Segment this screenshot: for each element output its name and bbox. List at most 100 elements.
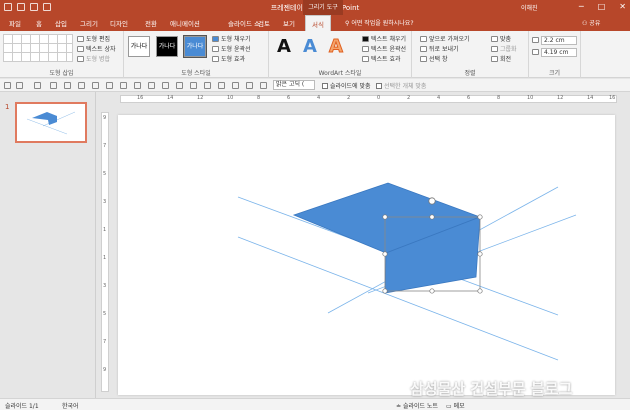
restore-button[interactable]: □ (598, 2, 606, 11)
tab-design[interactable]: 디자인 (110, 18, 128, 28)
ruler-label: 9 (103, 115, 107, 121)
tab-file[interactable]: 파일 (9, 18, 21, 28)
tab-draw[interactable]: 그리기 (80, 18, 98, 28)
tab-review[interactable]: 검토 (258, 18, 270, 28)
tab-home[interactable]: 홈 (36, 18, 42, 28)
edit-shape-button[interactable]: 도형 편집 (77, 34, 110, 43)
tab-slideshow[interactable]: 슬라이드 쇼 (228, 18, 260, 28)
wordart-style-orange[interactable]: A (329, 36, 344, 57)
resize-handle[interactable] (477, 288, 483, 294)
minimize-button[interactable]: ─ (579, 2, 584, 11)
resize-handle[interactable] (477, 251, 483, 257)
text-box-icon[interactable] (120, 82, 127, 89)
pen-tool-icon[interactable] (34, 82, 41, 89)
close-button[interactable]: ✕ (619, 2, 626, 11)
resize-handle[interactable] (429, 288, 435, 294)
text-fill-icon (362, 36, 369, 42)
align-button[interactable]: 맞춤 (491, 34, 511, 43)
shape-icon[interactable] (16, 82, 23, 89)
align-left-icon[interactable] (218, 82, 225, 89)
height-field[interactable]: 2.2 cm (532, 36, 577, 45)
vertical-ruler[interactable]: 9 7 5 3 1 1 3 5 7 9 (101, 112, 109, 392)
shape-outline-button[interactable]: 도형 윤곽선 (212, 44, 251, 53)
align-center-icon[interactable] (232, 82, 239, 89)
wordart-style-blue[interactable]: A (303, 37, 317, 57)
width-value[interactable]: 4.19 cm (541, 48, 577, 57)
line-icon[interactable] (148, 82, 155, 89)
resize-handle[interactable] (382, 251, 388, 257)
slide-thumbnail-pane: 1 (0, 92, 96, 398)
select-icon[interactable] (64, 82, 71, 89)
resize-handle[interactable] (477, 214, 483, 220)
slide-canvas[interactable] (118, 115, 615, 395)
align-selected-toggle[interactable]: 선택한 개체 맞춤 (376, 81, 426, 90)
ruler-label: 16 (609, 95, 616, 101)
group-icon (491, 46, 498, 52)
merge-shapes-button[interactable]: 도형 병합 (77, 54, 110, 63)
rotate-button[interactable]: 회전 (491, 54, 511, 63)
text-effects-button[interactable]: 텍스트 효과 (362, 54, 401, 63)
watermark: 삼성물산 건설부문 블로그 (410, 380, 573, 398)
slide-drawing (237, 182, 577, 361)
arrow-icon[interactable] (106, 82, 113, 89)
selection-pane-button[interactable]: 선택 창 (420, 54, 447, 63)
ruler-label: 3 (103, 199, 107, 205)
shape-style-blue[interactable]: 가나다 (183, 35, 207, 58)
shape-gallery[interactable] (3, 34, 73, 62)
tab-view[interactable]: 보기 (283, 18, 295, 28)
resize-handle[interactable] (382, 214, 388, 220)
wordart-style-black[interactable]: A (277, 37, 291, 57)
shape-effects-button[interactable]: 도형 효과 (212, 54, 245, 63)
text-outline-button[interactable]: 텍스트 윤곽선 (362, 44, 406, 53)
width-field[interactable]: 4.19 cm (532, 48, 577, 57)
shape-fill-icon[interactable] (78, 82, 85, 89)
horizontal-ruler[interactable]: 16 14 12 10 8 6 4 2 0 2 4 6 8 10 12 14 1… (120, 95, 617, 103)
fit-slide-toggle[interactable]: 슬라이드에 맞춤 (322, 81, 371, 90)
shape-style-white[interactable]: 가나다 (128, 36, 150, 57)
bring-forward-label: 앞으로 가져오기 (429, 36, 470, 43)
rotate-handle[interactable] (428, 197, 436, 205)
resize-handle[interactable] (429, 214, 435, 220)
user-name[interactable]: 이해진 (521, 3, 538, 12)
tab-animations[interactable]: 애니메이션 (170, 18, 200, 28)
tab-transitions[interactable]: 전환 (145, 18, 157, 28)
checkbox-icon (376, 83, 382, 89)
slide-count: 슬라이드 1/1 (5, 403, 39, 410)
share-button[interactable]: ⚇ 공유 (582, 18, 600, 27)
tab-format[interactable]: 서식 (305, 15, 331, 31)
bring-forward-button[interactable]: 앞으로 가져오기 (420, 34, 470, 43)
shape-style-black[interactable]: 가나다 (156, 36, 178, 57)
slide-thumbnail[interactable] (15, 102, 87, 143)
group-button[interactable]: 그룹화 (491, 44, 517, 53)
language-indicator[interactable]: 한국어 (62, 401, 79, 410)
lasso-icon[interactable] (50, 82, 57, 89)
distribute-icon[interactable] (260, 82, 267, 89)
font-selector[interactable]: 맑은 고딕 ( (273, 80, 315, 90)
text-box-button[interactable]: 텍스트 상자 (77, 44, 116, 53)
image-icon[interactable] (190, 82, 197, 89)
tell-me-search[interactable]: ⚲ 어떤 작업을 원하시나요? (345, 18, 414, 27)
chart-icon[interactable] (204, 82, 211, 89)
text-effects-label: 텍스트 효과 (371, 56, 401, 63)
shape-fill-button[interactable]: 도형 채우기 (212, 34, 251, 43)
text-fill-button[interactable]: 텍스트 채우기 (362, 34, 406, 43)
gradient-icon[interactable] (134, 82, 141, 89)
send-backward-button[interactable]: 뒤로 보내기 (420, 44, 459, 53)
ruler-label: 1 (103, 255, 107, 261)
ruler-label: 2 (347, 95, 351, 101)
bring-forward-icon (420, 36, 427, 42)
format-painter-icon[interactable] (4, 82, 11, 89)
tab-insert[interactable]: 삽입 (55, 18, 67, 28)
resize-handle[interactable] (382, 288, 388, 294)
slide-number: 1 (5, 103, 10, 111)
ruler-label: 6 (287, 95, 291, 101)
crop-icon[interactable] (162, 82, 169, 89)
align-right-icon[interactable] (246, 82, 253, 89)
window-controls: ─ □ ✕ (579, 2, 626, 11)
circle-icon[interactable] (92, 82, 99, 89)
height-value[interactable]: 2.2 cm (541, 36, 577, 45)
table-icon[interactable] (176, 82, 183, 89)
edit-shape-label: 도형 편집 (86, 36, 110, 43)
comments-button[interactable]: ▭ 메모 (446, 401, 465, 410)
notes-button[interactable]: ≐ 슬라이드 노트 (396, 401, 438, 410)
